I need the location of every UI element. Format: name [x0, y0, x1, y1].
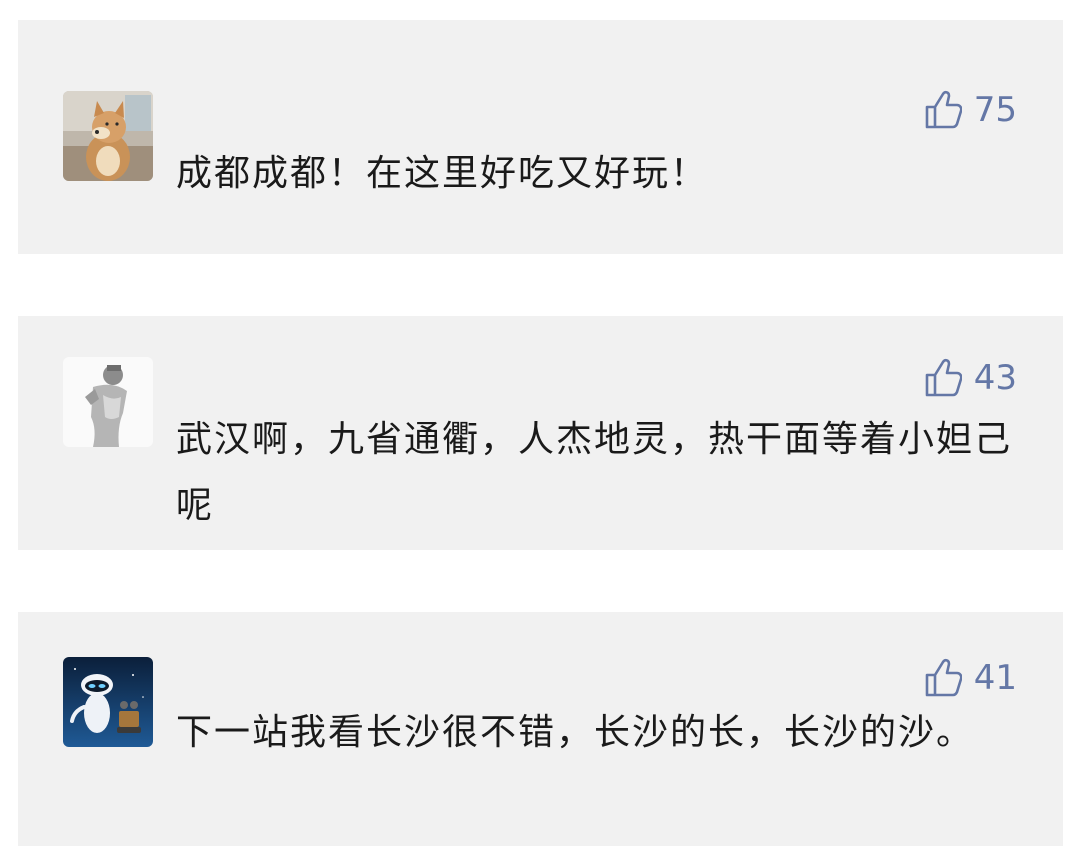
- thumbs-up-icon: [925, 90, 962, 129]
- like-count: 43: [973, 358, 1017, 398]
- comment-text: 武汉啊，九省通衢，人杰地灵，热干面等着小妲己呢: [176, 419, 1013, 526]
- sketch-figure-avatar-icon: [63, 357, 153, 447]
- comment-text: 成都成都！在这里好吃又好玩！: [176, 153, 709, 194]
- like-button[interactable]: 43: [924, 356, 1017, 400]
- like-count: 75: [973, 90, 1017, 130]
- like-count: 41: [973, 658, 1017, 698]
- like-button[interactable]: 75: [924, 88, 1017, 132]
- like-button[interactable]: 41: [924, 656, 1017, 700]
- avatar[interactable]: [63, 357, 153, 447]
- comment-card: 75 成都成都！在这里好吃又好玩！: [18, 20, 1063, 254]
- avatar[interactable]: [63, 657, 153, 747]
- shiba-dog-avatar-icon: [63, 91, 153, 181]
- comment-card: 43 武汉啊，九省通衢，人杰地灵，热干面等着小妲己呢: [18, 316, 1063, 550]
- thumbs-up-icon: [925, 358, 962, 397]
- robot-avatar-icon: [63, 657, 153, 747]
- comment-text: 下一站我看长沙很不错，长沙的长，长沙的沙。: [176, 712, 975, 753]
- comment-card: 41 下一站我看长沙很不错，长沙的长，长沙的沙。: [18, 612, 1063, 846]
- avatar[interactable]: [63, 91, 153, 181]
- thumbs-up-icon: [925, 658, 962, 697]
